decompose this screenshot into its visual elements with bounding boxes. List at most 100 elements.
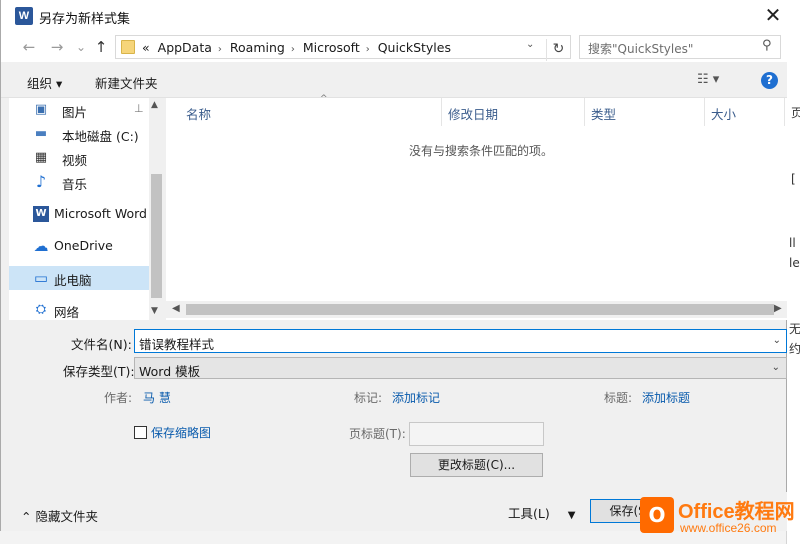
- background-char: ll: [789, 236, 796, 250]
- window-title: 另存为新样式集: [39, 12, 131, 27]
- folder-icon: [121, 40, 135, 54]
- page-title-field: [409, 422, 544, 446]
- column-header-name[interactable]: 名称 ^: [180, 94, 442, 126]
- breadcrumb-item[interactable]: AppData: [158, 40, 212, 55]
- sidebar-item-label: 网络: [54, 305, 80, 320]
- search-input[interactable]: 搜索"QuickStyles": [588, 40, 693, 57]
- background-char: 页: [791, 106, 800, 120]
- background-char: 约: [789, 342, 800, 356]
- address-bar[interactable]: « AppData › Roaming › Microsoft › QuickStyl…: [115, 35, 571, 61]
- title-field[interactable]: 添加标题: [642, 389, 690, 406]
- help-icon[interactable]: ?: [761, 72, 778, 89]
- sidebar-item-microsoft-word[interactable]: W Microsoft Word: [9, 202, 149, 226]
- sidebar-item-this-pc[interactable]: ▭ 此电脑: [9, 266, 149, 290]
- back-button[interactable]: ←: [19, 37, 39, 57]
- filetype-value: Word 模板: [139, 364, 201, 379]
- breadcrumb: « AppData › Roaming › Microsoft › QuickStyl…: [142, 40, 455, 55]
- onedrive-icon: ☁: [33, 237, 49, 255]
- column-header-date[interactable]: 修改日期: [442, 98, 585, 126]
- filename-label: 文件名(N):: [71, 337, 132, 352]
- sidebar-item-local-disk[interactable]: ▬ 本地磁盘 (C:): [9, 122, 149, 146]
- breadcrumb-item[interactable]: Roaming: [230, 40, 285, 55]
- tags-label: 标记:: [354, 391, 383, 405]
- background-char: le: [789, 256, 800, 270]
- sidebar-item-label: 视频: [62, 153, 88, 168]
- refresh-button[interactable]: ↻: [546, 39, 570, 61]
- save-thumbnail-label[interactable]: 保存缩略图: [151, 424, 211, 441]
- pictures-icon: ▣: [34, 102, 48, 117]
- search-icon[interactable]: ⚲: [762, 38, 772, 53]
- recent-locations-button[interactable]: ⌄: [71, 37, 91, 57]
- up-button[interactable]: ↑: [91, 37, 111, 57]
- chevron-down-icon: ▼: [567, 510, 576, 521]
- column-header-size[interactable]: 大小: [705, 98, 785, 126]
- view-options-icon[interactable]: ☷ ▾: [697, 72, 719, 87]
- office-logo-icon: O: [640, 497, 674, 533]
- chevron-down-icon[interactable]: ⌄: [773, 335, 781, 346]
- toolbar: 组织 ▾ 新建文件夹 ☷ ▾ ?: [1, 62, 787, 98]
- scroll-left-icon[interactable]: ◀: [172, 303, 180, 314]
- sidebar-item-music[interactable]: ♪ 音乐: [9, 170, 149, 194]
- filename-field[interactable]: 错误教程样式 ⌄: [134, 329, 787, 353]
- breadcrumb-item[interactable]: QuickStyles: [378, 40, 451, 55]
- scrollbar-thumb[interactable]: [186, 304, 774, 315]
- search-box[interactable]: 搜索"QuickStyles" ⚲: [579, 35, 781, 59]
- chevron-right-icon: ›: [365, 44, 370, 55]
- filename-value[interactable]: 错误教程样式: [139, 334, 214, 353]
- sidebar-item-label: OneDrive: [54, 238, 113, 253]
- chevron-right-icon: ›: [217, 44, 222, 55]
- author-label: 作者:: [104, 391, 133, 405]
- breadcrumb-item[interactable]: Microsoft: [303, 40, 360, 55]
- scrollbar-thumb[interactable]: [151, 174, 162, 298]
- word-app-icon: W: [15, 7, 33, 25]
- tools-label: 工具(L): [508, 506, 550, 521]
- navigation-bar: ← → ⌄ ↑ « AppData › Roaming › Microsoft › Q…: [1, 32, 787, 62]
- new-folder-button[interactable]: 新建文件夹: [95, 73, 158, 92]
- sidebar-item-onedrive[interactable]: ☁ OneDrive: [9, 234, 149, 258]
- sidebar-item-label: 图片: [62, 105, 88, 120]
- sidebar-item-label: 此电脑: [54, 273, 92, 288]
- video-icon: ▦: [34, 150, 48, 165]
- scroll-up-icon[interactable]: ▲: [151, 100, 158, 110]
- sidebar-item-network[interactable]: ⛭ 网络: [9, 298, 149, 320]
- pin-icon[interactable]: ⊥: [134, 102, 144, 115]
- horizontal-scrollbar[interactable]: ◀ ▶: [166, 301, 787, 318]
- filetype-label: 保存类型(T):: [63, 364, 135, 379]
- save-as-dialog: W 另存为新样式集 ✕ ← → ⌄ ↑ « AppData › Roaming › …: [0, 0, 787, 531]
- hide-folders-button[interactable]: ⌃ 隐藏文件夹: [21, 506, 98, 525]
- watermark-text: Office教程网: [678, 501, 795, 523]
- column-header-type[interactable]: 类型: [585, 98, 705, 126]
- tags-field[interactable]: 添加标记: [392, 389, 440, 406]
- sidebar-item-pictures[interactable]: ▣ 图片 ⊥: [9, 98, 149, 122]
- computer-icon: ▭: [33, 269, 49, 287]
- scroll-right-icon[interactable]: ▶: [774, 303, 782, 314]
- drive-icon: ▬: [34, 126, 48, 141]
- watermark-url: www.office26.com: [680, 521, 777, 535]
- music-icon: ♪: [35, 172, 47, 191]
- filetype-select[interactable]: Word 模板 ⌄: [134, 357, 787, 379]
- navigation-scrollbar[interactable]: ▲ ▼: [149, 98, 164, 320]
- empty-message: 没有与搜索条件匹配的项。: [409, 144, 554, 158]
- save-thumbnail-checkbox[interactable]: [134, 426, 147, 439]
- watermark: O Office教程网 www.office26.com: [640, 495, 800, 543]
- organize-button[interactable]: 组织 ▾: [27, 73, 62, 92]
- address-dropdown-icon[interactable]: ⌄: [526, 39, 534, 50]
- network-icon: ⛭: [35, 302, 47, 317]
- close-button[interactable]: ✕: [759, 0, 787, 32]
- background-right-edge: 页 [ ll le 无 约: [786, 0, 800, 544]
- tools-button[interactable]: 工具(L) ▼: [508, 503, 575, 522]
- sidebar-item-videos[interactable]: ▦ 视频: [9, 146, 149, 170]
- sidebar-item-label: 本地磁盘 (C:): [62, 129, 139, 144]
- scroll-down-icon[interactable]: ▼: [151, 306, 158, 316]
- chevron-right-icon: ›: [290, 44, 295, 55]
- breadcrumb-overflow[interactable]: «: [142, 40, 150, 55]
- background-char: 无: [789, 322, 800, 336]
- forward-button[interactable]: →: [47, 37, 67, 57]
- change-title-button[interactable]: 更改标题(C)...: [410, 453, 543, 477]
- chevron-down-icon[interactable]: ⌄: [772, 362, 780, 373]
- page-title-label: 页标题(T):: [349, 427, 406, 441]
- background-char: [: [791, 172, 796, 186]
- author-field[interactable]: 马 慧: [143, 389, 171, 406]
- sidebar-item-label: Microsoft Word: [54, 206, 147, 221]
- hide-folders-label: 隐藏文件夹: [35, 509, 98, 524]
